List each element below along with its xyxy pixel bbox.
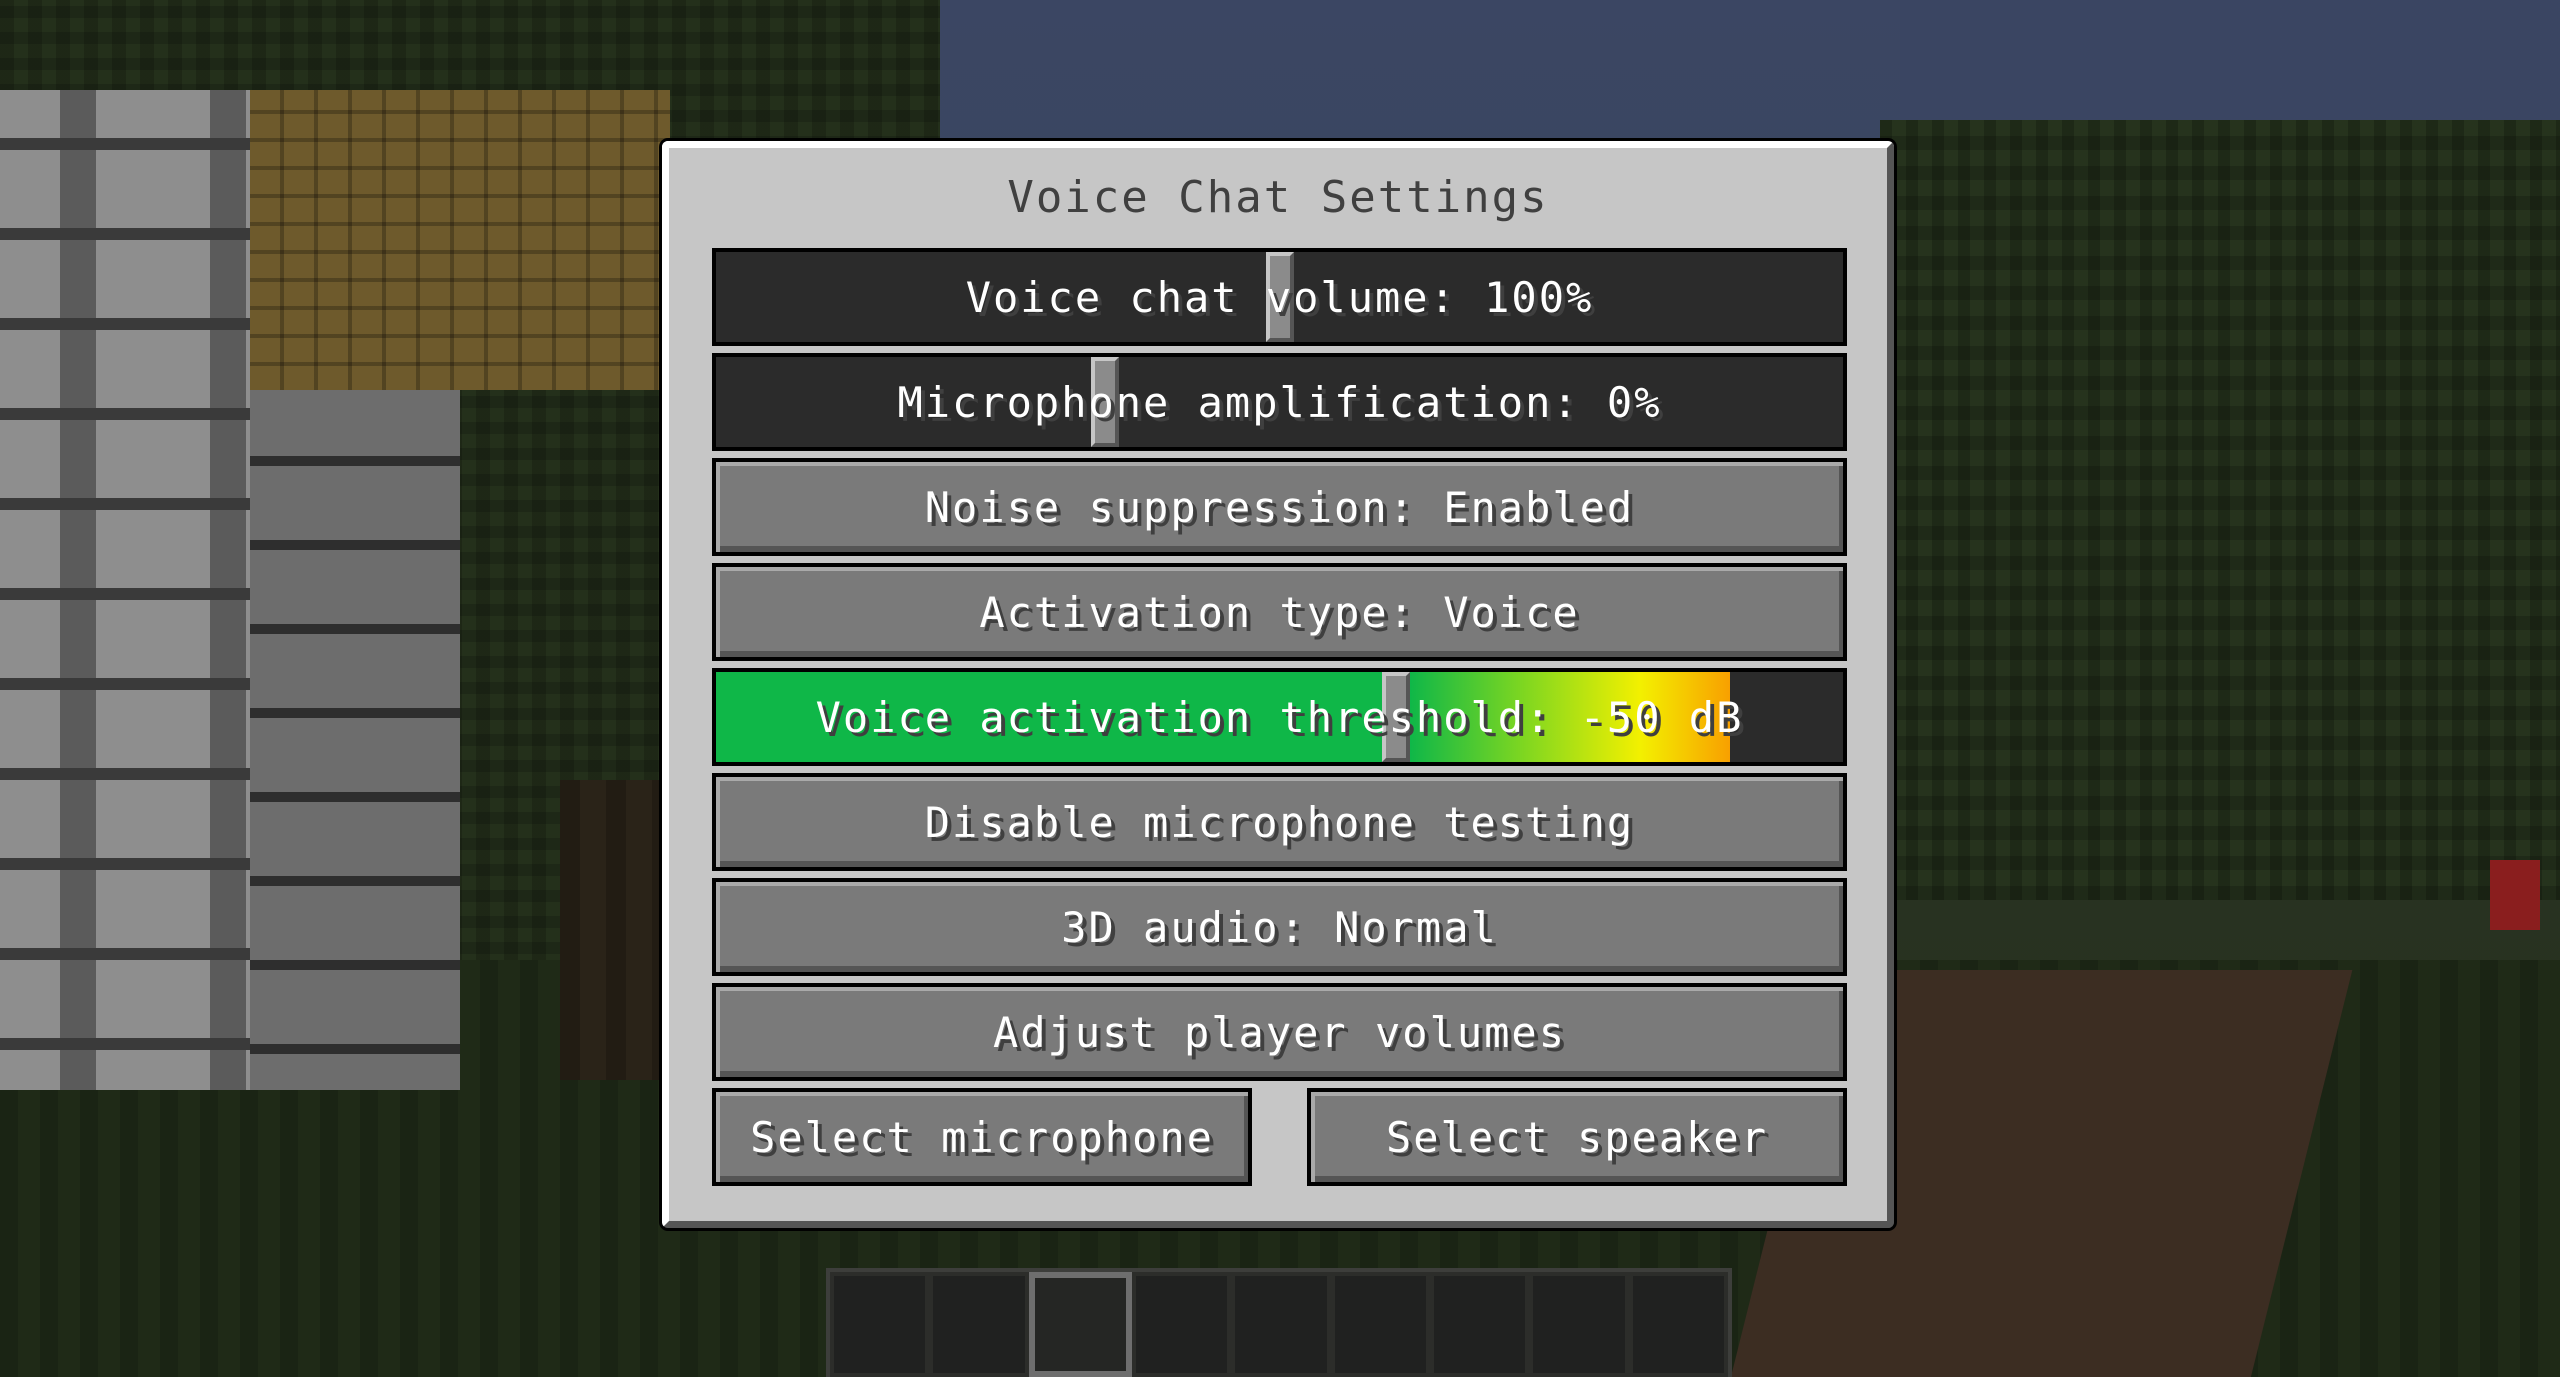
hotbar-slot[interactable] <box>830 1272 930 1377</box>
hotbar-slot[interactable] <box>1529 1272 1629 1377</box>
disable-microphone-testing-button[interactable]: Disable microphone testing <box>712 773 1847 871</box>
activation-type-button[interactable]: Activation type: Voice <box>712 563 1847 661</box>
tree-leaves-right <box>1880 120 2560 900</box>
noise-suppression-button[interactable]: Noise suppression: Enabled <box>712 458 1847 556</box>
button-label: Adjust player volumes <box>992 1007 1566 1057</box>
button-label: Select microphone <box>750 1112 1214 1162</box>
button-label: Disable microphone testing <box>924 797 1635 847</box>
birch-log-side <box>250 350 460 1090</box>
select-microphone-button[interactable]: Select microphone <box>712 1088 1252 1186</box>
hotbar-slot[interactable] <box>1429 1272 1530 1377</box>
bee-nest <box>250 90 670 390</box>
voice-activation-threshold-slider[interactable]: Voice activation threshold: -50 dB <box>712 668 1847 766</box>
button-label: 3D audio: Normal <box>1061 902 1498 952</box>
hotbar <box>826 1268 1732 1377</box>
hotbar-slot-selected[interactable] <box>1028 1272 1132 1377</box>
slider-label: Voice chat volume: 100% <box>965 272 1594 322</box>
microphone-amplification-slider[interactable]: Microphone amplification: 0% <box>712 353 1847 451</box>
hotbar-slot[interactable] <box>1231 1272 1331 1377</box>
voice-chat-settings-dialog: Voice Chat Settings Voice chat volume: 1… <box>662 141 1894 1228</box>
flower <box>2490 860 2540 930</box>
button-label: Activation type: Voice <box>979 587 1580 637</box>
3d-audio-button[interactable]: 3D audio: Normal <box>712 878 1847 976</box>
sky-right <box>1900 0 2560 140</box>
hotbar-slot[interactable] <box>1628 1272 1728 1377</box>
hotbar-slot[interactable] <box>1330 1272 1430 1377</box>
hotbar-slot[interactable] <box>1131 1272 1232 1377</box>
adjust-player-volumes-button[interactable]: Adjust player volumes <box>712 983 1847 1081</box>
slider-label: Microphone amplification: 0% <box>897 377 1662 427</box>
slider-label: Voice activation threshold: -50 dB <box>815 692 1744 742</box>
voice-chat-volume-slider[interactable]: Voice chat volume: 100% <box>712 248 1847 346</box>
select-speaker-button[interactable]: Select speaker <box>1307 1088 1847 1186</box>
button-label: Select speaker <box>1385 1112 1768 1162</box>
button-label: Noise suppression: Enabled <box>924 482 1635 532</box>
hotbar-slot[interactable] <box>929 1272 1029 1377</box>
dialog-title: Voice Chat Settings <box>1007 172 1549 223</box>
